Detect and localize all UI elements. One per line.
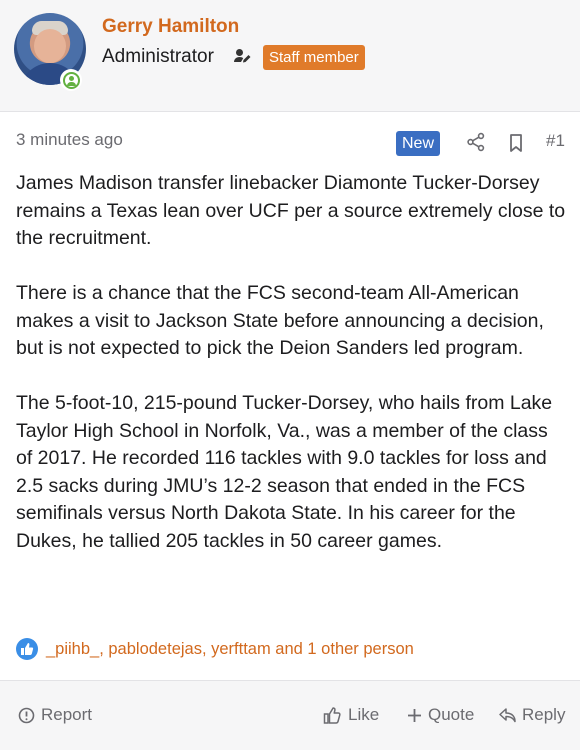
post-number-link[interactable]: #1	[546, 131, 565, 151]
post-paragraph: The 5-foot-10, 215-pound Tucker-Dorsey, …	[16, 392, 553, 552]
post-paragraph: There is a chance that the FCS second-te…	[16, 282, 544, 359]
post-paragraph: James Madison transfer linebacker Diamon…	[16, 172, 566, 249]
bookmark-icon[interactable]	[508, 133, 524, 153]
reply-button[interactable]: Reply	[499, 703, 565, 727]
like-label: Like	[348, 705, 380, 724]
like-button[interactable]: Like	[323, 703, 379, 727]
username-link[interactable]: Gerry Hamilton	[102, 16, 239, 38]
plus-icon	[408, 708, 421, 722]
online-status-icon	[60, 69, 82, 91]
post-body: James Madison transfer linebacker Diamon…	[16, 170, 568, 583]
user-edit-icon	[231, 47, 253, 69]
post-actions-footer: Report Like Quote Reply	[0, 681, 580, 750]
report-label: Report	[41, 705, 93, 724]
reactions-users-link[interactable]: _piihb_, pablodetejas, yerfttam and 1 ot…	[46, 640, 414, 659]
reply-arrow-icon	[499, 707, 516, 722]
thumbs-up-outline-icon	[323, 706, 341, 724]
report-button[interactable]: Report	[18, 703, 92, 727]
new-badge: New	[396, 131, 441, 156]
avatar-face	[34, 29, 66, 63]
post-user-header: Gerry Hamilton Administrator Staff membe…	[0, 0, 580, 112]
staff-member-badge: Staff member	[263, 45, 365, 70]
thumbs-up-icon	[16, 638, 38, 660]
share-icon[interactable]	[466, 132, 486, 152]
alert-circle-icon	[18, 707, 35, 723]
quote-button[interactable]: Quote	[407, 703, 474, 727]
quote-label: Quote	[428, 705, 475, 724]
user-role: Administrator	[102, 46, 214, 67]
post-timestamp[interactable]: 3 minutes ago	[16, 130, 123, 150]
reactions-bar[interactable]: _piihb_, pablodetejas, yerfttam and 1 ot…	[16, 636, 414, 662]
reply-label: Reply	[522, 705, 566, 724]
